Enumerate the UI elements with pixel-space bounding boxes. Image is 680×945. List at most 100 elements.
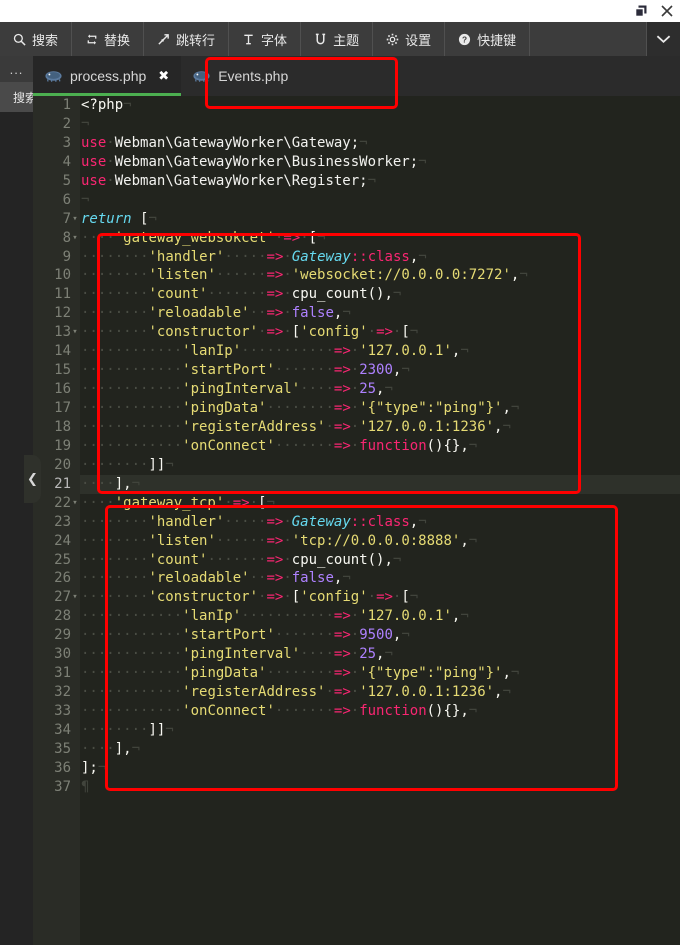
code-line[interactable]: 15 ············'startPort'·······=>·2300,…	[54, 361, 680, 380]
code-content[interactable]: 1 <?php¬ 2 ¬ 3 use·Webman\GatewayWorker\Gatew…	[54, 96, 680, 945]
code-line[interactable]: 7 ▾ return [¬	[63, 210, 680, 229]
code-token: ········	[81, 532, 149, 549]
code-line-text: ············'lanIp'···········=>·'127.0.…	[81, 342, 469, 361]
code-token: [	[401, 589, 410, 606]
code-line[interactable]: 10 ········'listen'······=>·'websocket://…	[54, 266, 680, 285]
fold-toggle-icon[interactable]: ▾	[71, 494, 79, 513]
restore-window-button[interactable]	[628, 0, 654, 22]
code-token: ¬	[131, 740, 141, 757]
fold-toggle-icon[interactable]: ▾	[71, 229, 79, 248]
code-token: 'reloadable'	[148, 305, 250, 322]
code-line[interactable]: 2 ¬	[63, 115, 680, 134]
toolbar-button-settings[interactable]: 设置	[373, 22, 446, 56]
code-token: ];	[81, 759, 98, 776]
toolbar-overflow-button[interactable]	[647, 22, 680, 56]
code-token: 'startPort'	[182, 362, 275, 379]
code-line[interactable]: 35 ····],¬	[54, 740, 680, 759]
code-token: 'registerAddress'	[182, 684, 326, 701]
code-line[interactable]: 33 ············'onConnect'·······=>·funct…	[54, 702, 680, 721]
code-token: ¬	[165, 721, 174, 738]
code-line[interactable]: 21 ····],¬	[54, 474, 680, 494]
fold-toggle-icon[interactable]: ▾	[71, 323, 79, 342]
code-line[interactable]: 5 use·Webman\GatewayWorker\Register;¬	[63, 172, 680, 191]
code-line[interactable]: 4 use·Webman\GatewayWorker\BusinessWorker…	[63, 153, 680, 172]
code-line[interactable]: 13 ▾ ········'constructor'·=>·['config'·=>…	[54, 323, 680, 342]
code-token: =>	[333, 418, 351, 435]
tab-close-button[interactable]: ✖	[158, 68, 169, 84]
code-line[interactable]: 19 ············'onConnect'·······=>·funct…	[54, 437, 680, 456]
code-line[interactable]: 28 ············'lanIp'···········=>·'127.…	[54, 607, 680, 626]
code-line[interactable]: 16 ············'pingInterval'····=>·25,¬	[54, 380, 680, 399]
code-line[interactable]: 26 ········'reloadable'··=>·false,¬	[54, 569, 680, 588]
code-line[interactable]: 17 ············'pingData'········=>·'{"ty…	[54, 399, 680, 418]
code-line[interactable]: 3 use·Webman\GatewayWorker\Gateway;¬	[63, 134, 680, 153]
code-token: ····	[300, 646, 334, 663]
code-token: ········	[81, 305, 149, 322]
code-line[interactable]: 8 ▾ ····'gateway_websokcet'·=>·[¬	[63, 229, 680, 248]
code-token: ::	[350, 513, 368, 530]
code-token: ¬	[317, 229, 326, 246]
code-line[interactable]: 9 ········'handler'·····=>·Gateway::class…	[63, 248, 680, 267]
code-line[interactable]: 18 ············'registerAddress'·=>·'127.…	[54, 418, 680, 437]
code-token: ·	[350, 665, 360, 682]
code-token: 'tcp://0.0.0.0:8888'	[291, 532, 461, 549]
toolbar-button-search[interactable]: 搜索	[0, 22, 73, 56]
rail-item-search[interactable]: 搜索	[0, 82, 33, 112]
tab-process-php[interactable]: process.php ✖	[33, 56, 182, 96]
code-token: =>	[333, 627, 351, 644]
code-line[interactable]: 20 ········]]¬	[54, 456, 680, 475]
toolbar-button-goto-line[interactable]: 跳转行	[144, 22, 230, 56]
toolbar-button-replace[interactable]: 替换	[72, 22, 145, 56]
code-line[interactable]: 27 ▾ ········'constructor'·=>·['config'·=>…	[54, 588, 680, 607]
code-line[interactable]: 31 ············'pingData'········=>·'{"ty…	[54, 664, 680, 683]
code-token: 'pingInterval'	[182, 381, 301, 398]
code-line[interactable]: 1 <?php¬	[63, 96, 680, 115]
code-token: ·	[283, 248, 292, 265]
code-token: 'lanIp'	[182, 608, 242, 625]
code-line[interactable]: 12 ········'reloadable'··=>·false,¬	[54, 304, 680, 323]
code-line[interactable]: 32 ············'registerAddress'·=>·'127.…	[54, 683, 680, 702]
code-token: ¬	[367, 172, 377, 189]
code-line[interactable]: 11 ········'count'·······=>·cpu_count(),¬	[54, 285, 680, 304]
code-token: 'count'	[148, 551, 208, 568]
code-line[interactable]: 23 ········'handler'·····=>·Gateway::clas…	[54, 513, 680, 532]
editor-window: 搜索 替换 跳转行 字体 主题 设置 ? 快捷键 ... 搜索 process.…	[0, 0, 680, 945]
code-line[interactable]: 6 ¬	[63, 191, 680, 210]
code-token: '{"type":"ping"}'	[359, 665, 503, 682]
code-token: 'handler'	[148, 248, 225, 265]
fold-toggle-icon[interactable]: ▾	[71, 588, 79, 607]
sidebar-collapse-handle[interactable]: ❮	[24, 455, 41, 503]
code-line[interactable]: 24 ········'listen'······=>·'tcp://0.0.0.…	[54, 532, 680, 551]
line-number: 32	[54, 684, 71, 701]
code-token: '{"type":"ping"}'	[359, 400, 503, 416]
code-line[interactable]: 34 ········]]¬	[54, 721, 680, 740]
code-line[interactable]: 36];¬	[54, 759, 680, 778]
code-line[interactable]: 30 ············'pingInterval'····=>·25,¬	[54, 645, 680, 664]
code-line-text: return [¬	[81, 210, 157, 229]
code-token: =>	[266, 551, 284, 568]
code-token: ¬	[148, 210, 157, 227]
code-token: ·······	[274, 703, 334, 719]
code-line[interactable]: 14 ············'lanIp'···········=>·'127.…	[54, 342, 680, 361]
gear-icon	[386, 32, 400, 46]
code-token: ¬	[468, 437, 478, 454]
close-window-button[interactable]	[654, 0, 680, 22]
line-number: 12	[54, 305, 71, 322]
code-token: ·	[350, 400, 360, 416]
toolbar-button-shortcuts[interactable]: ? 快捷键	[445, 22, 531, 56]
toolbar-button-font[interactable]: 字体	[229, 22, 302, 56]
code-editor[interactable]: 1 <?php¬ 2 ¬ 3 use·Webman\GatewayWorker\Gatew…	[33, 96, 680, 945]
code-line-text: ············'pingInterval'····=>·25,¬	[81, 380, 393, 399]
rail-overflow-button[interactable]: ...	[0, 56, 33, 82]
code-token: ¬	[384, 381, 393, 398]
code-line[interactable]: 29 ············'startPort'·······=>·9500,…	[54, 626, 680, 645]
code-token: '127.0.0.1:1236'	[359, 684, 495, 701]
code-line[interactable]: 22 ▾ ····'gateway_tcp'·=>·[¬	[54, 494, 680, 513]
fold-toggle-icon[interactable]: ▾	[71, 210, 79, 229]
code-line[interactable]: 37 ¶	[54, 778, 680, 797]
tab-events-php[interactable]: Events.php	[181, 56, 300, 96]
toolbar-button-theme[interactable]: 主题	[301, 22, 374, 56]
code-token: ············	[81, 646, 183, 663]
line-number: 25	[54, 551, 71, 568]
code-line[interactable]: 25 ········'count'·······=>·cpu_count(),¬	[54, 551, 680, 570]
